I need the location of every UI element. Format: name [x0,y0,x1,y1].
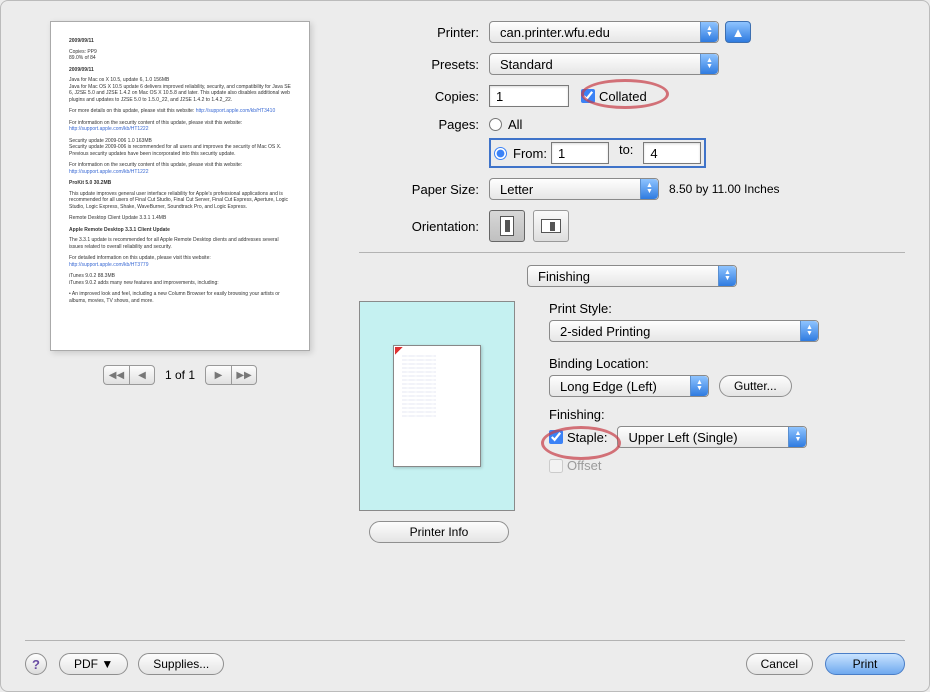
finishing-preview: ::::::::::::::::::::::::::::::::::::::::… [359,301,515,511]
orientation-landscape-button[interactable] [533,210,569,242]
pages-all-label: All [508,117,522,132]
presets-select[interactable]: Standard ▲▼ [489,53,719,75]
finishing-preview-page: ::::::::::::::::::::::::::::::::::::::::… [393,345,481,467]
cancel-button[interactable]: Cancel [746,653,813,675]
staple-checkbox[interactable]: Staple: [549,430,607,445]
printer-select[interactable]: can.printer.wfu.edu ▲▼ [489,21,719,43]
pages-to-input[interactable] [643,142,701,164]
offset-label: Offset [567,458,601,473]
help-button[interactable]: ? [25,653,47,675]
printer-select-value: can.printer.wfu.edu [500,25,610,40]
pager-prev-button[interactable]: ◀ [129,365,155,385]
help-icon: ? [32,657,40,672]
offset-checkbox-input[interactable] [549,459,563,473]
finishing-label: Finishing: [549,407,905,422]
pager-next-button[interactable]: ▶ [205,365,231,385]
staple-position-value: Upper Left (Single) [628,430,737,445]
print-style-label: Print Style: [549,301,905,316]
copies-label: Copies: [359,89,489,104]
offset-checkbox[interactable]: Offset [549,458,601,473]
pager-first-button[interactable]: ◀◀ [103,365,129,385]
copies-input[interactable] [489,85,569,107]
section-select-value: Finishing [538,269,590,284]
staple-position-select[interactable]: Upper Left (Single) ▲▼ [617,426,807,448]
preview-page: 2009/09/11 Copies: PP989.0% of 84 2009/0… [50,21,310,351]
presets-label: Presets: [359,57,489,72]
triangle-up-icon: ▲ [732,25,745,40]
select-arrows-icon: ▲▼ [718,266,736,286]
preview-pager: ◀◀ ◀ 1 of 1 ▶ ▶▶ [25,365,335,385]
printer-info-button[interactable]: Printer Info [369,521,509,543]
binding-value: Long Edge (Left) [560,379,657,394]
paper-size-value: Letter [500,182,533,197]
collated-label: Collated [599,89,647,104]
pages-to-label: to: [619,142,633,164]
presets-select-value: Standard [500,57,553,72]
paper-size-select[interactable]: Letter ▲▼ [489,178,659,200]
collated-checkbox-input[interactable] [581,89,595,103]
pages-range-group: From: to: [489,138,706,168]
pages-from-label: From: [513,146,547,161]
select-arrows-icon: ▲▼ [690,376,708,396]
paper-dimensions: 8.50 by 11.00 Inches [669,182,780,196]
pages-label: Pages: [359,117,489,132]
binding-select[interactable]: Long Edge (Left) ▲▼ [549,375,709,397]
select-arrows-icon: ▲▼ [640,179,658,199]
supplies-button[interactable]: Supplies... [138,653,224,675]
select-arrows-icon: ▲▼ [788,427,806,447]
collapse-toggle-button[interactable]: ▲ [725,21,751,43]
collated-checkbox[interactable]: Collated [581,89,647,104]
divider [359,252,905,253]
pdf-menu-button[interactable]: PDF ▼ [59,653,128,675]
select-arrows-icon: ▲▼ [700,54,718,74]
portrait-icon [500,216,514,236]
orientation-portrait-button[interactable] [489,210,525,242]
staple-checkbox-input[interactable] [549,430,563,444]
pages-all-radio[interactable]: All [489,117,706,132]
select-arrows-icon: ▲▼ [700,22,718,42]
print-button[interactable]: Print [825,653,905,675]
select-arrows-icon: ▲▼ [800,321,818,341]
staple-label: Staple: [567,430,607,445]
pager-label: 1 of 1 [165,368,195,382]
paper-size-label: Paper Size: [359,182,489,197]
landscape-icon [541,219,561,233]
pages-from-radio[interactable]: From: [494,142,547,164]
pages-from-input[interactable] [551,142,609,164]
section-select[interactable]: Finishing ▲▼ [527,265,737,287]
gutter-button[interactable]: Gutter... [719,375,792,397]
pager-last-button[interactable]: ▶▶ [231,365,257,385]
print-style-select[interactable]: 2-sided Printing ▲▼ [549,320,819,342]
preview-column: 2009/09/11 Copies: PP989.0% of 84 2009/0… [25,21,335,581]
settings-column: Printer: can.printer.wfu.edu ▲▼ ▲ Preset… [359,21,905,581]
orientation-label: Orientation: [359,219,489,234]
print-style-value: 2-sided Printing [560,324,650,339]
printer-label: Printer: [359,25,489,40]
bottom-divider [25,640,905,641]
binding-label: Binding Location: [549,356,905,371]
